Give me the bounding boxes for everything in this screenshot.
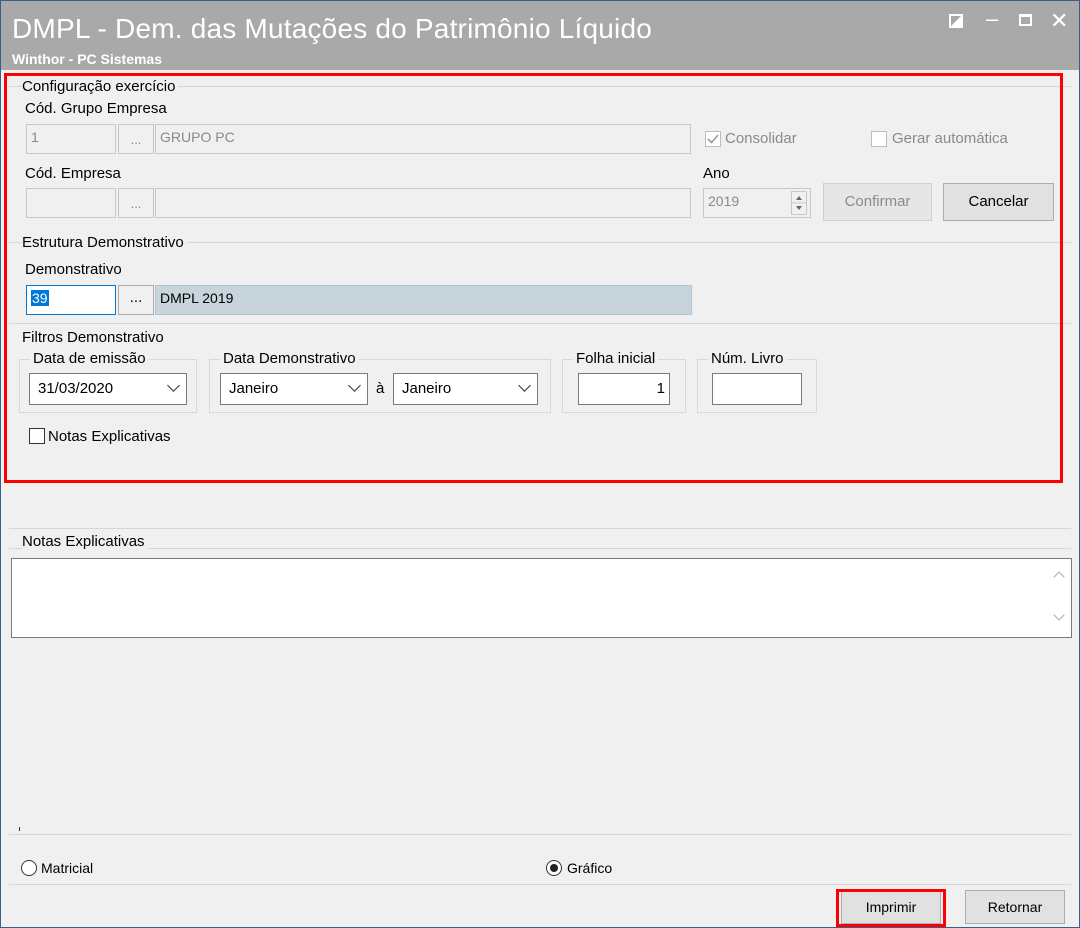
retornar-button[interactable]: Retornar [965, 890, 1065, 924]
close-icon[interactable]: ✕ [1050, 10, 1068, 32]
maximize-icon[interactable] [1019, 14, 1032, 26]
grupo-lookup-button[interactable]: ... [118, 124, 154, 154]
grupo-code-input[interactable]: 1 [26, 124, 116, 154]
notas-explicativas-check-label: Notas Explicativas [48, 428, 171, 445]
cancelar-button[interactable]: Cancelar [943, 183, 1054, 221]
ano-value: 2019 [708, 193, 740, 209]
check-icon [707, 134, 719, 144]
dmpl-window: DMPL - Dem. das Mutações do Patrimônio L… [0, 0, 1080, 928]
matricial-radio[interactable] [21, 860, 37, 876]
ano-label: Ano [703, 165, 730, 182]
footer-divider [9, 884, 1071, 885]
window-subtitle: Winthor - PC Sistemas [12, 51, 163, 67]
confirmar-button[interactable]: Confirmar [823, 183, 932, 221]
gerar-automatica-checkbox[interactable] [871, 131, 887, 147]
notas-divider [9, 548, 1071, 549]
estrutura-legend: Estrutura Demonstrativo [22, 234, 187, 251]
ano-spinner[interactable]: 2019 [703, 188, 811, 218]
tick-mark [19, 827, 20, 831]
grafico-label: Gráfico [567, 860, 613, 876]
gerar-automatica-label: Gerar automática [892, 130, 1008, 147]
demonstrativo-lookup-button[interactable]: ... [118, 285, 154, 315]
notas-legend: Notas Explicativas [22, 533, 148, 550]
empresa-lookup-button[interactable]: ... [118, 188, 154, 218]
title-bar[interactable]: DMPL - Dem. das Mutações do Patrimônio L… [1, 1, 1079, 70]
restore-icon[interactable] [949, 14, 963, 28]
num-livro-label: Núm. Livro [708, 350, 787, 367]
notas-explicativas-textarea[interactable] [11, 558, 1072, 638]
folha-inicial-label: Folha inicial [573, 350, 659, 367]
folha-inicial-input[interactable]: 1 [578, 373, 670, 405]
matricial-label: Matricial [41, 860, 94, 876]
mes-inicio-value: Janeiro [229, 380, 279, 397]
empresa-label: Cód. Empresa [25, 165, 121, 182]
ano-spin-buttons[interactable] [791, 191, 807, 215]
window-title: DMPL - Dem. das Mutações do Patrimônio L… [12, 13, 653, 44]
empresa-code-input[interactable] [26, 188, 116, 218]
demonstrativo-code: 39 [31, 290, 49, 306]
demonstrativo-code-input[interactable]: 39 [26, 285, 116, 315]
spin-arrows-icon [792, 196, 806, 210]
form-content: Configuração exercício Cód. Grupo Empres… [7, 70, 1075, 927]
data-emissao-picker[interactable]: 31/03/2020 [29, 373, 187, 405]
chevron-down-icon [167, 379, 180, 392]
data-demonstrativo-label: Data Demonstrativo [220, 350, 359, 367]
imprimir-button[interactable]: Imprimir [841, 890, 941, 924]
chevron-down-icon [518, 379, 531, 392]
config-legend: Configuração exercício [22, 78, 179, 95]
data-emissao-label: Data de emissão [30, 350, 149, 367]
ate-label: à [376, 380, 385, 397]
filtros-legend: Filtros Demonstrativo [22, 329, 167, 346]
num-livro-input[interactable] [712, 373, 802, 405]
grafico-radio[interactable] [546, 860, 562, 876]
tipo-divider [9, 834, 1071, 835]
chevron-down-icon [348, 379, 361, 392]
consolidar-label: Consolidar [725, 130, 797, 147]
radio-selected-dot [550, 864, 558, 872]
demonstrativo-label: Demonstrativo [25, 261, 122, 278]
data-emissao-value: 31/03/2020 [38, 380, 114, 397]
grupo-name-field: GRUPO PC [155, 124, 691, 154]
grupo-empresa-label: Cód. Grupo Empresa [25, 100, 167, 117]
mes-fim-select[interactable]: Janeiro [393, 373, 538, 405]
minimize-icon[interactable]: – [986, 8, 998, 30]
scroll-up-icon[interactable] [1053, 571, 1065, 583]
empresa-name-field [155, 188, 691, 218]
scroll-down-icon[interactable] [1053, 609, 1065, 621]
consolidar-checkbox[interactable] [705, 131, 721, 147]
notas-top-divider [9, 528, 1071, 529]
demonstrativo-name-field: DMPL 2019 [155, 285, 692, 315]
filtros-divider [9, 323, 1071, 324]
mes-fim-value: Janeiro [402, 380, 452, 397]
mes-inicio-select[interactable]: Janeiro [220, 373, 368, 405]
notas-explicativas-checkbox[interactable] [29, 428, 45, 444]
